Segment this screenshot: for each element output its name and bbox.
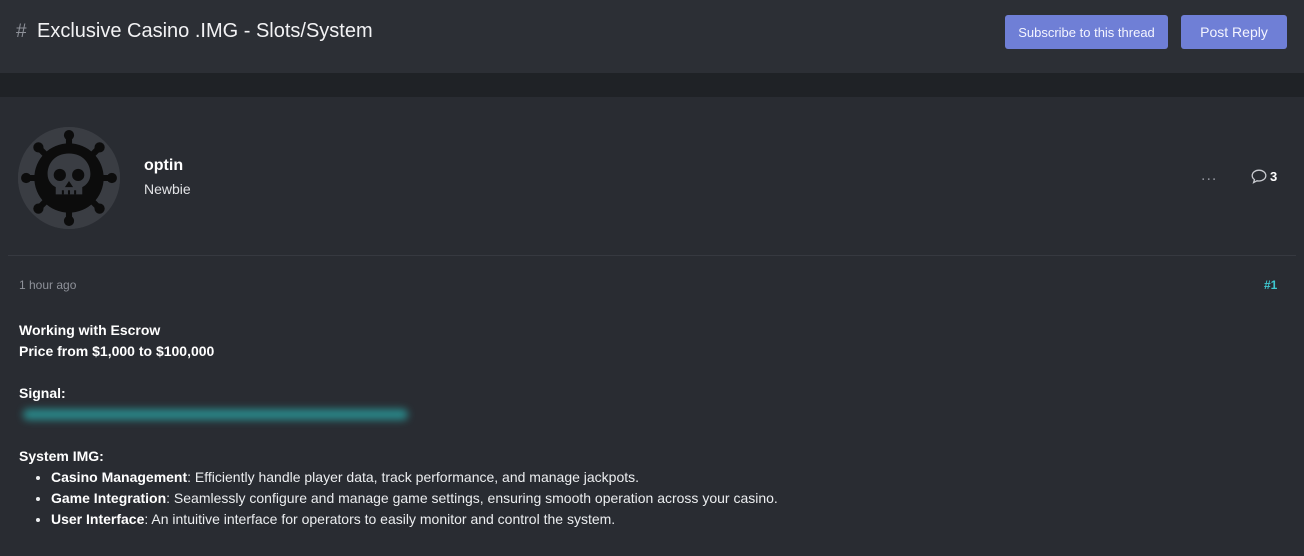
list-item: Game Integration: Seamlessly configure a… [51, 488, 1279, 509]
feature-text: : An intuitive interface for operators t… [144, 511, 616, 527]
skull-virus-icon [18, 127, 120, 229]
signal-label: Signal: [19, 385, 66, 401]
more-options-button[interactable]: ... [1201, 167, 1217, 185]
post-reply-button[interactable]: Post Reply [1181, 15, 1287, 49]
avatar[interactable] [18, 127, 120, 229]
post-number-link[interactable]: #1 [1264, 278, 1277, 292]
list-item: User Interface: An intuitive interface f… [51, 509, 1279, 530]
comment-count: 3 [1270, 169, 1278, 184]
feature-name: User Interface [51, 511, 145, 527]
system-label: System IMG: [19, 448, 104, 464]
feature-text: : Seamlessly configure and manage game s… [166, 490, 778, 506]
user-rank: Newbie [144, 181, 191, 197]
username[interactable]: optin [144, 157, 183, 175]
post-content: Working with Escrow Price from $1,000 to… [19, 320, 1279, 530]
subscribe-button[interactable]: Subscribe to this thread [1005, 15, 1168, 49]
post-card: optin Newbie ... 3 1 hour ago #1 Working… [0, 97, 1304, 556]
header-divider-strip [0, 73, 1304, 97]
post-line-price: Price from $1,000 to $100,000 [19, 343, 215, 359]
feature-name: Casino Management [51, 469, 188, 485]
thread-title: Exclusive Casino .IMG - Slots/System [37, 20, 373, 42]
feature-list: Casino Management: Efficiently handle pl… [19, 467, 1279, 530]
comment-count-button[interactable]: 3 [1251, 169, 1277, 184]
hash-icon: # [16, 21, 27, 42]
feature-name: Game Integration [51, 490, 167, 506]
blurred-signal-link[interactable] [19, 404, 1279, 425]
post-line-escrow: Working with Escrow [19, 322, 161, 338]
post-divider [8, 255, 1296, 256]
thread-header: # Exclusive Casino .IMG - Slots/System S… [0, 0, 1304, 73]
speech-bubble-icon [1251, 169, 1267, 184]
list-item: Casino Management: Efficiently handle pl… [51, 467, 1279, 488]
feature-text: : Efficiently handle player data, track … [187, 469, 640, 485]
post-timestamp[interactable]: 1 hour ago [19, 278, 76, 292]
